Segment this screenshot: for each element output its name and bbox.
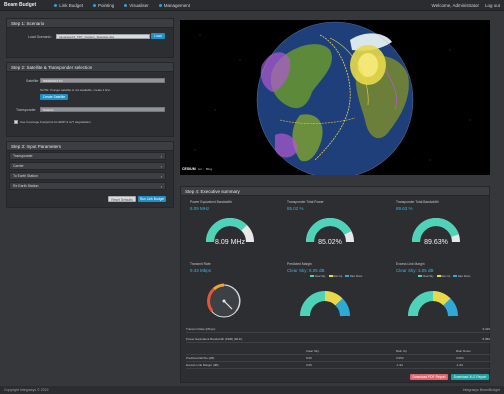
- step2-panel: Step 2: Satellite & Transponder selectio…: [6, 62, 174, 137]
- kpi-power-title: Transponder Total Power: [287, 200, 324, 204]
- globe-icon: [124, 3, 128, 7]
- legend-rain-down: Rain Down: [345, 275, 362, 278]
- chevron-right-icon: ›: [160, 174, 162, 179]
- step4-title: Step 4: Executive summary: [181, 187, 489, 196]
- accordion-carrier[interactable]: Carrier ›: [9, 162, 166, 170]
- app-brand: Beam Budget: [4, 2, 37, 8]
- logout-link[interactable]: Log out: [485, 3, 500, 8]
- pointing-icon: [93, 3, 97, 7]
- chevron-right-icon: ›: [160, 184, 162, 189]
- coverage-checkbox-label: Use Coverage Footprints for EIRP & G/T d…: [20, 120, 91, 124]
- transponder-label: Transponder: [16, 108, 36, 112]
- nav-link-budget[interactable]: Link Budget: [54, 3, 83, 8]
- gear-icon: [158, 3, 162, 7]
- scenario-file-input[interactable]: Inmarsat-F4_TRY_Custom_Scenario.xlsx: [56, 34, 150, 39]
- cesium-credit-sub: ion: [198, 167, 203, 171]
- nav-pointing[interactable]: Pointing: [93, 3, 114, 8]
- download-pdf-button[interactable]: Download PDF Report: [410, 374, 448, 380]
- throughput-title: Transmit Rate: [190, 262, 211, 266]
- legend-clear-sky: Clear Sky: [310, 275, 326, 278]
- table-row: Predicted Eb/No (dB) 8.05 3.053 3.053: [186, 355, 490, 362]
- kpi-peb-title: Power Equivalent Bandwidth: [190, 200, 232, 204]
- kpi-power-value: 85.02 %: [287, 206, 304, 211]
- table-row: Excess Link Margin (dB) 3.05 -1.93 -1.93: [186, 362, 490, 369]
- step3-title: Step 3: Input Parameters: [7, 142, 173, 151]
- power-gauge: 85.02%: [306, 218, 354, 246]
- load-scenario-button[interactable]: Load: [151, 33, 165, 39]
- footer-copyright: Copyright Integrasys © 2019: [4, 388, 49, 392]
- prediction1-gauge: [300, 291, 350, 317]
- coverage-checkbox[interactable]: [14, 120, 18, 124]
- prediction1-value: Clear Sky: 8.05 dB: [287, 268, 325, 273]
- prediction2-gauge: [408, 291, 458, 317]
- prediction2-value: Clear Sky: 3.05 dB: [396, 268, 434, 273]
- bandwidth-gauge-label: 89.63%: [424, 239, 448, 246]
- peb-gauge: 8.09 MHz: [206, 218, 254, 246]
- accordion-transponder[interactable]: Transponder ›: [9, 152, 166, 160]
- satellite-label: Satellite: [26, 79, 39, 83]
- top-navbar: Beam Budget Link Budget Pointing Visuali…: [0, 0, 504, 11]
- satellite-note: NOTE: If target satellite is not availab…: [40, 88, 111, 92]
- prediction1-title: Predicted Margin: [287, 262, 312, 266]
- transponder-select[interactable]: Custom: [40, 107, 165, 112]
- globe-map[interactable]: CESIUM ion Bing: [180, 20, 490, 175]
- load-scenario-label: Load Scenario:: [28, 35, 52, 39]
- throughput-value: 9.33 Mbps: [190, 268, 212, 273]
- table-row: Power Equivalent Bandwidth (PEB) (MHz): …: [186, 337, 490, 343]
- accordion-tx-earth-station[interactable]: To Earth Station ›: [9, 172, 166, 180]
- link-icon: [54, 3, 58, 7]
- welcome-text: Welcome, Administrator: [431, 2, 479, 8]
- prediction1-legend: Clear Sky Rain Up Rain Down: [310, 275, 362, 278]
- bandwidth-gauge: 89.63%: [412, 218, 460, 246]
- main-nav: Link Budget Pointing Visualiser Manageme…: [54, 3, 190, 8]
- create-satellite-button[interactable]: Create Satellite: [40, 94, 68, 100]
- nav-management[interactable]: Management: [158, 3, 190, 8]
- bing-credit: Bing: [206, 167, 213, 171]
- step2-title: Step 2: Satellite & Transponder selectio…: [7, 63, 173, 72]
- prediction2-title: Excess Link Margin: [396, 262, 425, 266]
- legend-rain-up: Rain Up: [328, 275, 342, 278]
- kpi-peb-value: 8.09 MHz: [190, 206, 210, 211]
- legend-rain-up: Rain Up: [436, 275, 450, 278]
- footer: Copyright Integrasys © 2019 Integrasys B…: [0, 386, 504, 394]
- globe-svg: [180, 20, 490, 175]
- peb-gauge-label: 8.09 MHz: [215, 239, 245, 246]
- chevron-right-icon: ›: [160, 154, 162, 159]
- kpi-bandwidth-title: Transponder Total Bandwidth: [396, 200, 439, 204]
- chevron-right-icon: ›: [160, 164, 162, 169]
- run-link-budget-button[interactable]: Run Link Budget: [138, 196, 166, 202]
- table-header-row: Clear Sky Rain Up Rain Down: [186, 348, 490, 355]
- table-row: Transmit Rate (Mbps): 9.329: [186, 327, 490, 333]
- nav-visualiser[interactable]: Visualiser: [124, 3, 149, 8]
- prediction2-legend: Clear Sky Rain Up Rain Down: [418, 275, 470, 278]
- legend-clear-sky: Clear Sky: [418, 275, 434, 278]
- power-gauge-label: 85.02%: [318, 239, 342, 246]
- cesium-credit: CESIUM: [182, 167, 196, 171]
- legend-rain-down: Rain Down: [453, 275, 470, 278]
- satellite-select[interactable]: INMARSAT F4: [40, 78, 165, 83]
- step1-title: Step 1: Scenario: [7, 19, 173, 28]
- download-xls-button[interactable]: Download XLS Report: [451, 374, 489, 380]
- reset-defaults-button[interactable]: Reset Defaults: [108, 196, 136, 202]
- throughput-speedometer: [207, 283, 241, 318]
- footer-brand: Integrasys BeamBudget: [462, 388, 500, 392]
- kpi-bandwidth-value: 89.63 %: [396, 206, 413, 211]
- accordion-rx-earth-station[interactable]: Rx Earth Station ›: [9, 182, 166, 190]
